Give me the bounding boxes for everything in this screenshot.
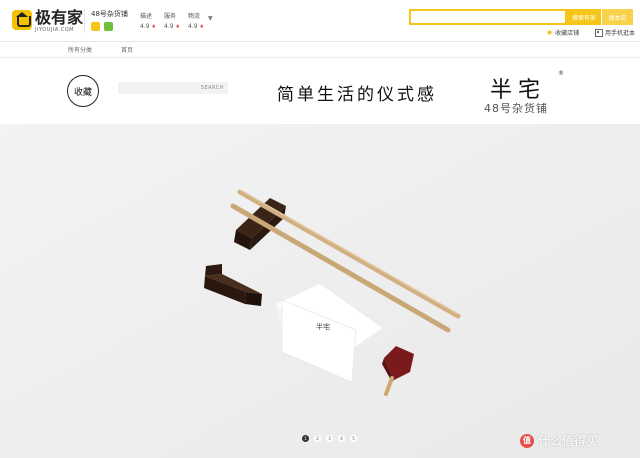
crown-badge-icon [91,22,100,31]
mobile-browse-link[interactable]: 用手机逛本 [595,28,635,37]
logo-domain: JIYOUJIA.COM [35,27,74,33]
hero-carousel-image[interactable]: 半宅 [0,124,640,458]
shop-info: 48号杂货铺 [91,9,137,31]
carousel-dot[interactable]: 1 [302,435,309,442]
product-photo: 半宅 [0,124,640,458]
search-site-button[interactable]: 搜索有家 [567,9,601,25]
nav-all-categories[interactable]: 所有分类 [68,45,92,54]
top-bar: 极有家 JIYOUJIA.COM 48号杂货铺 描述 4.9 ♦ 服务 4.9 … [0,0,640,42]
up-arrow-icon: ♦ [199,24,204,30]
watermark: 值 什么值得买 [520,432,598,449]
carousel-dot[interactable]: 5 [350,435,357,442]
search-bar: 搜索有家 搜本店 [409,9,633,25]
shop-name[interactable]: 48号杂货铺 [91,9,137,19]
favorite-stamp-button[interactable]: 收藏 [67,75,99,107]
chevron-down-icon[interactable]: ▼ [208,15,213,22]
favorite-shop-link[interactable]: ★ 收藏店铺 [546,28,579,37]
rating-service: 服务 4.9 ♦ [164,13,180,30]
rating-logistics: 物流 4.9 ♦ [188,13,204,30]
brand-subtitle: 48号杂货铺 [484,102,548,115]
page: 极有家 JIYOUJIA.COM 48号杂货铺 描述 4.9 ♦ 服务 4.9 … [0,0,640,458]
carousel-dot[interactable]: 3 [326,435,333,442]
search-shop-button[interactable]: 搜本店 [601,9,633,25]
divider [84,9,85,33]
site-logo[interactable]: 极有家 JIYOUJIA.COM [12,10,83,36]
star-icon: ★ [546,28,554,37]
shop-ratings: 描述 4.9 ♦ 服务 4.9 ♦ 物流 4.9 ♦ [140,11,208,30]
carousel-dot[interactable]: 2 [314,435,321,442]
rating-description: 描述 4.9 ♦ [140,13,156,30]
search-input[interactable] [409,9,567,25]
house-logo-icon [12,10,32,30]
registered-mark: ® [558,70,564,77]
qr-code-icon [595,28,603,37]
nav-home[interactable]: 首页 [121,45,133,54]
banner-search-button[interactable]: SEARCH [201,85,228,91]
carousel-dot[interactable]: 4 [338,435,345,442]
up-arrow-icon: ♦ [151,24,156,30]
watermark-text: 什么值得买 [538,434,599,448]
banner-search-input[interactable]: SEARCH [118,82,228,94]
carousel-pagination: 1 2 3 4 5 [302,435,357,442]
verified-badge-icon [104,22,113,31]
shop-banner: 收藏 SEARCH 简单生活的仪式感 半宅 ® 48号杂货铺 [0,58,640,124]
logo-name: 极有家 [35,8,84,27]
shop-slogan: 简单生活的仪式感 [277,85,437,105]
up-arrow-icon: ♦ [175,24,180,30]
smzdm-logo-icon: 值 [520,433,534,448]
card-text: 半宅 [316,322,330,331]
shop-nav: 所有分类 首页 [0,42,640,58]
